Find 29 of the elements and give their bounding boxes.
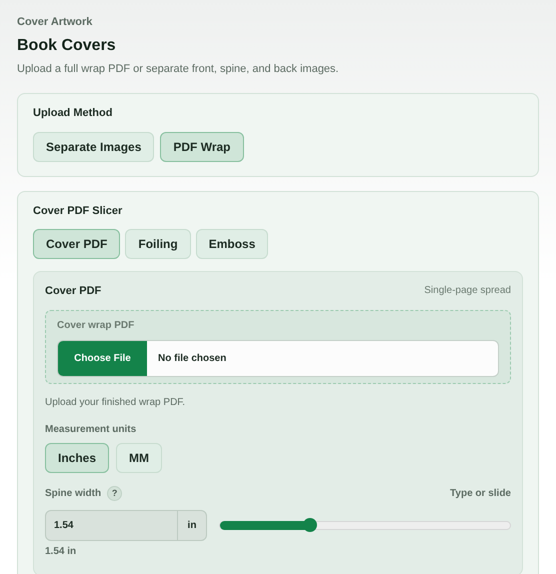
slider-track[interactable] <box>219 521 511 530</box>
page-title: Book Covers <box>17 36 117 56</box>
section-eyebrow: Cover Artwork <box>17 15 94 29</box>
card-label: Cover PDF Slicer <box>33 204 124 218</box>
field-hint: Type or slide <box>450 487 511 501</box>
help-icon[interactable]: ? <box>107 486 122 501</box>
field-label: Spine width <box>45 487 102 501</box>
unit-label: in <box>177 511 206 540</box>
spine-width-reading: 1.54 in <box>45 545 78 559</box>
choose-file-button[interactable]: Choose File <box>58 341 147 376</box>
option-button[interactable]: Foiling <box>125 229 191 259</box>
option-button[interactable]: Cover PDF <box>33 229 120 259</box>
spine-width-input[interactable]: 1.54 in <box>45 510 207 541</box>
option-button[interactable]: Inches <box>45 443 110 473</box>
option-button[interactable]: Separate Images <box>33 132 154 162</box>
slider-thumb[interactable] <box>302 518 317 532</box>
input-value: 1.54 <box>53 519 74 533</box>
panel-note: Single-page spread <box>424 284 511 298</box>
field-label: Cover wrap PDF <box>57 319 136 333</box>
help-text: Upload your finished wrap PDF. <box>45 396 186 410</box>
file-input[interactable]: Choose File No file chosen <box>57 340 499 377</box>
option-button[interactable]: PDF Wrap <box>160 132 244 162</box>
file-status: No file chosen <box>158 352 226 366</box>
option-button[interactable]: Emboss <box>196 229 268 259</box>
page-description: Upload a full wrap PDF or separate front, spine, and back images. <box>17 62 340 76</box>
panel-title: Cover PDF <box>45 284 102 298</box>
card-label: Upload Method <box>33 106 114 120</box>
field-label: Measurement units <box>45 423 138 437</box>
option-button[interactable]: MM <box>116 443 162 473</box>
